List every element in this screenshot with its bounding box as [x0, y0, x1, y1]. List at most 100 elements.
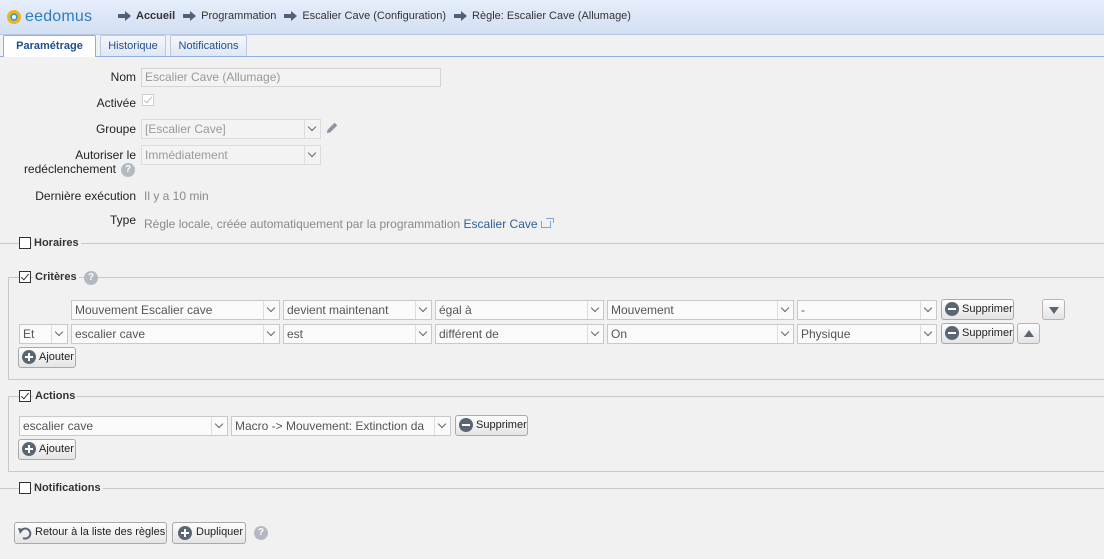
chevron-down-icon — [51, 325, 67, 343]
top-bar: eedomus Accueil Programmation Escalier C… — [0, 0, 1104, 35]
breadcrumb-label[interactable]: Programmation — [201, 10, 276, 22]
action-device-value: escalier cave — [23, 419, 94, 433]
tab-notifications[interactable]: Notifications — [170, 35, 247, 56]
action-remove-button[interactable]: Supprimer — [455, 415, 528, 436]
breadcrumb: Accueil Programmation Escalier Cave (Con… — [118, 10, 639, 22]
actions-checkbox[interactable] — [19, 390, 31, 402]
remove-label: Supprimer — [962, 303, 1013, 315]
chevron-down-icon — [587, 301, 603, 319]
breadcrumb-arrow-icon — [118, 11, 132, 21]
criteria-extra-select[interactable]: - — [797, 300, 937, 320]
type-link[interactable]: Escalier Cave — [464, 217, 538, 231]
eedomus-logo-icon — [7, 10, 21, 24]
back-label: Retour à la liste des règles — [35, 526, 166, 538]
chevron-down-icon — [777, 325, 793, 343]
plus-circle-icon — [22, 350, 36, 364]
help-icon[interactable]: ? — [121, 163, 135, 177]
nom-label: Nom — [110, 70, 136, 84]
chevron-down-icon — [263, 301, 279, 319]
criteria-value-value: Mouvement — [611, 303, 674, 317]
tab-historique[interactable]: Historique — [100, 35, 166, 56]
criteres-title: Critères — [33, 271, 79, 283]
criteria-value-select[interactable]: On — [607, 324, 794, 344]
nom-input[interactable]: Escalier Cave (Allumage) — [141, 68, 441, 87]
criteria-device-select[interactable]: Mouvement Escalier cave — [71, 300, 280, 320]
groupe-select-value: [Escalier Cave] — [145, 122, 226, 136]
action-device-select[interactable]: escalier cave — [19, 416, 228, 436]
action-add-button[interactable]: Ajouter — [18, 439, 76, 460]
type-label: Type — [109, 213, 136, 227]
minus-circle-icon — [945, 302, 959, 316]
logo[interactable]: eedomus — [7, 6, 92, 28]
chevron-down-icon — [304, 146, 320, 164]
breadcrumb-label[interactable]: Escalier Cave (Configuration) — [302, 10, 446, 22]
breadcrumb-item-configuration[interactable]: Escalier Cave (Configuration) — [284, 10, 446, 22]
logo-text: eedomus — [25, 8, 93, 25]
criteria-connector-select[interactable]: Et — [19, 324, 68, 344]
footer-help-icon[interactable]: ? — [254, 526, 268, 540]
chevron-down-icon — [415, 301, 431, 319]
criteres-help-icon[interactable]: ? — [84, 271, 98, 285]
duplicate-button[interactable]: Dupliquer — [172, 522, 246, 544]
minus-circle-icon — [459, 418, 473, 432]
type-value: Règle locale, créée automatiquement par … — [144, 217, 555, 231]
horaires-title: Horaires — [32, 237, 81, 249]
horaires-checkbox[interactable] — [19, 237, 31, 249]
criteres-checkbox[interactable] — [19, 271, 31, 283]
plus-circle-icon — [22, 442, 36, 456]
duplicate-icon — [178, 526, 192, 540]
notifications-section: Notifications — [0, 481, 1104, 495]
criteria-connector-value: Et — [23, 327, 35, 341]
criteria-extra-select[interactable]: Physique — [797, 324, 937, 344]
criteria-operator-select[interactable]: différent de — [435, 324, 604, 344]
notifications-checkbox[interactable] — [19, 482, 31, 494]
breadcrumb-label[interactable]: Accueil — [136, 10, 175, 22]
autoriser-label-line1: Autoriser le — [75, 148, 136, 162]
action-macro-select[interactable]: Macro -> Mouvement: Extinction da — [231, 416, 451, 436]
criteria-condition-select[interactable]: devient maintenant — [283, 300, 432, 320]
action-macro-value: Macro -> Mouvement: Extinction da — [235, 419, 425, 433]
groupe-select[interactable]: [Escalier Cave] — [141, 119, 321, 139]
criteria-device-value: escalier cave — [75, 327, 146, 341]
criteria-add-button[interactable]: Ajouter — [18, 347, 76, 368]
undo-icon — [18, 527, 32, 540]
move-up-button[interactable] — [1017, 323, 1040, 344]
criteria-condition-value: est — [287, 327, 304, 341]
duplicate-label: Dupliquer — [196, 526, 244, 538]
criteria-device-select[interactable]: escalier cave — [71, 324, 280, 344]
move-down-button[interactable] — [1042, 299, 1065, 320]
notifications-title: Notifications — [32, 482, 103, 494]
criteria-extra-value: - — [801, 303, 805, 317]
chevron-down-icon — [920, 301, 936, 319]
external-link-icon[interactable] — [540, 218, 555, 229]
criteria-value-value: On — [611, 327, 628, 341]
section-divider — [0, 488, 1104, 489]
breadcrumb-arrow-icon — [454, 11, 468, 21]
tab-parametrage[interactable]: Paramétrage — [3, 35, 96, 57]
chevron-down-icon — [211, 417, 227, 435]
autoriser-label-line2: redéclenchement — [23, 162, 116, 176]
breadcrumb-item-programmation[interactable]: Programmation — [183, 10, 276, 22]
autoriser-select[interactable]: Immédiatement — [141, 145, 321, 165]
criteria-operator-select[interactable]: égal à — [435, 300, 604, 320]
activee-checkbox[interactable] — [142, 94, 154, 106]
breadcrumb-item-accueil[interactable]: Accueil — [118, 10, 175, 22]
activee-label: Activée — [96, 96, 136, 110]
criteria-remove-button[interactable]: Supprimer — [941, 299, 1014, 320]
remove-label: Supprimer — [476, 419, 527, 431]
tab-bar: Paramétrage Historique Notifications — [0, 34, 1104, 57]
criteria-value-select[interactable]: Mouvement — [607, 300, 794, 320]
criteria-condition-select[interactable]: est — [283, 324, 432, 344]
chevron-down-icon — [777, 301, 793, 319]
breadcrumb-arrow-icon — [284, 11, 298, 21]
criteria-extra-value: Physique — [801, 327, 851, 341]
autoriser-select-value: Immédiatement — [145, 148, 228, 162]
back-to-rules-button[interactable]: Retour à la liste des règles — [14, 522, 167, 544]
remove-label: Supprimer — [962, 327, 1013, 339]
chevron-down-icon — [434, 417, 450, 435]
breadcrumb-label: Règle: Escalier Cave (Allumage) — [472, 10, 631, 22]
criteria-remove-button[interactable]: Supprimer — [941, 323, 1014, 344]
edit-pencil-icon[interactable] — [325, 121, 339, 135]
chevron-down-icon — [415, 325, 431, 343]
derniere-execution-value: Il y a 10 min — [144, 189, 209, 203]
